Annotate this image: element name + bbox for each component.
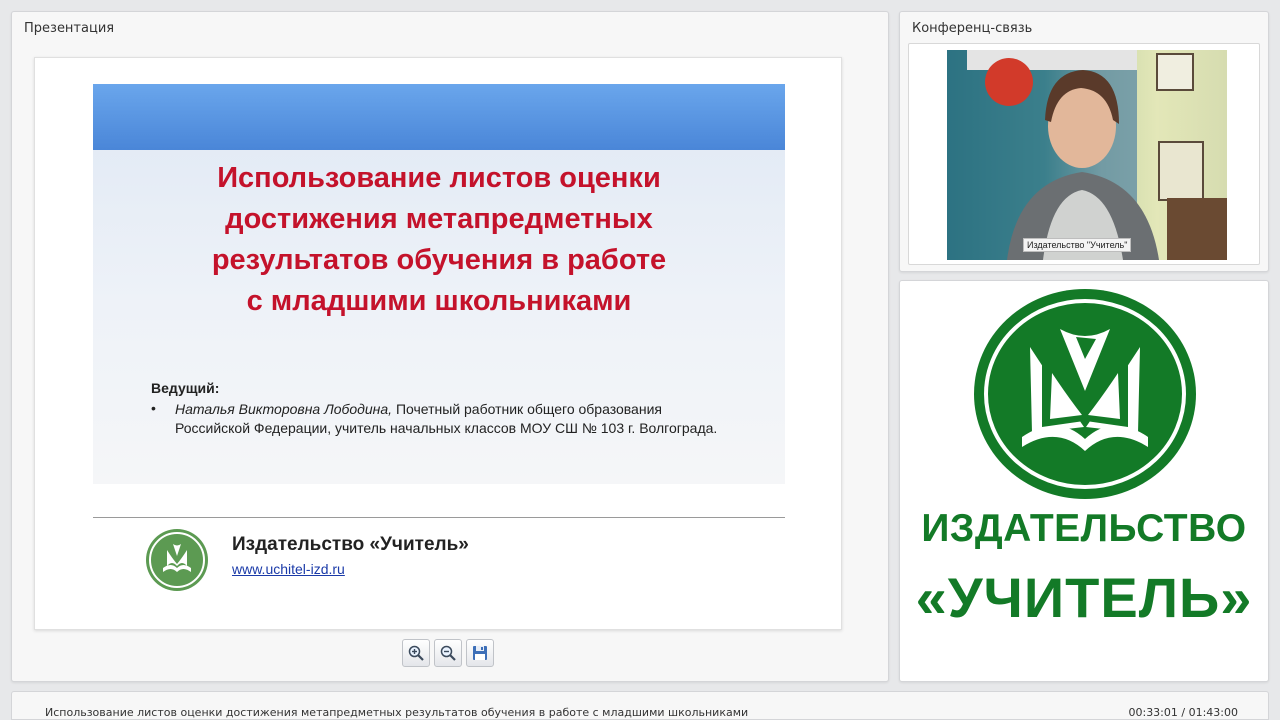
host-text: Наталья Викторовна Лободина, Почетный ра… xyxy=(175,400,735,438)
host-bullet: • xyxy=(151,400,156,416)
publisher-emblem-icon xyxy=(974,289,1196,499)
video-participant-label: Издательство "Учитель" xyxy=(1023,238,1132,252)
presentation-slide: Использование листов оценки достижения м… xyxy=(34,57,842,630)
webinar-title: Использование листов оценки достижения м… xyxy=(45,706,749,719)
floppy-disk-icon xyxy=(473,646,487,660)
save-button[interactable] xyxy=(466,639,494,667)
slide-publisher-link[interactable]: www.uchitel-izd.ru xyxy=(232,561,345,577)
host-label: Ведущий: xyxy=(151,380,220,396)
publisher-name-line2: «УЧИТЕЛЬ» xyxy=(915,566,1253,629)
slide-header-band xyxy=(93,84,785,150)
presentation-panel: Презентация Использование листов оценки … xyxy=(11,11,889,682)
publisher-logo-icon xyxy=(146,529,208,591)
zoom-out-button[interactable] xyxy=(434,639,462,667)
publisher-name-line1: ИЗДАТЕЛЬСТВО xyxy=(921,507,1247,550)
zoom-out-icon xyxy=(440,645,456,661)
webcam-feed-image xyxy=(947,50,1227,260)
conference-panel-title: Конференц-связь xyxy=(912,21,1033,36)
publisher-logo-panel: ИЗДАТЕЛЬСТВО «УЧИТЕЛЬ» xyxy=(899,280,1269,682)
slide-toolbar xyxy=(402,639,494,667)
bottom-status-bar: Использование листов оценки достижения м… xyxy=(11,691,1269,720)
presentation-panel-title: Презентация xyxy=(24,21,115,36)
conference-panel: Конференц-связь Издательство "Учитель" xyxy=(899,11,1269,272)
slide-title: Использование листов оценки достижения м… xyxy=(211,162,667,317)
slide-publisher-name: Издательство «Учитель» xyxy=(232,534,469,555)
slide-body: Использование листов оценки достижения м… xyxy=(93,84,785,484)
playback-time: 00:33:01 / 01:43:00 xyxy=(1128,706,1238,719)
slide-divider xyxy=(93,517,785,518)
webcam-video: Издательство "Учитель" xyxy=(947,50,1227,260)
zoom-in-button[interactable] xyxy=(402,639,430,667)
zoom-in-icon xyxy=(408,645,424,661)
video-container: Издательство "Учитель" xyxy=(908,43,1260,265)
host-name: Наталья Викторовна Лободина, xyxy=(175,401,393,417)
